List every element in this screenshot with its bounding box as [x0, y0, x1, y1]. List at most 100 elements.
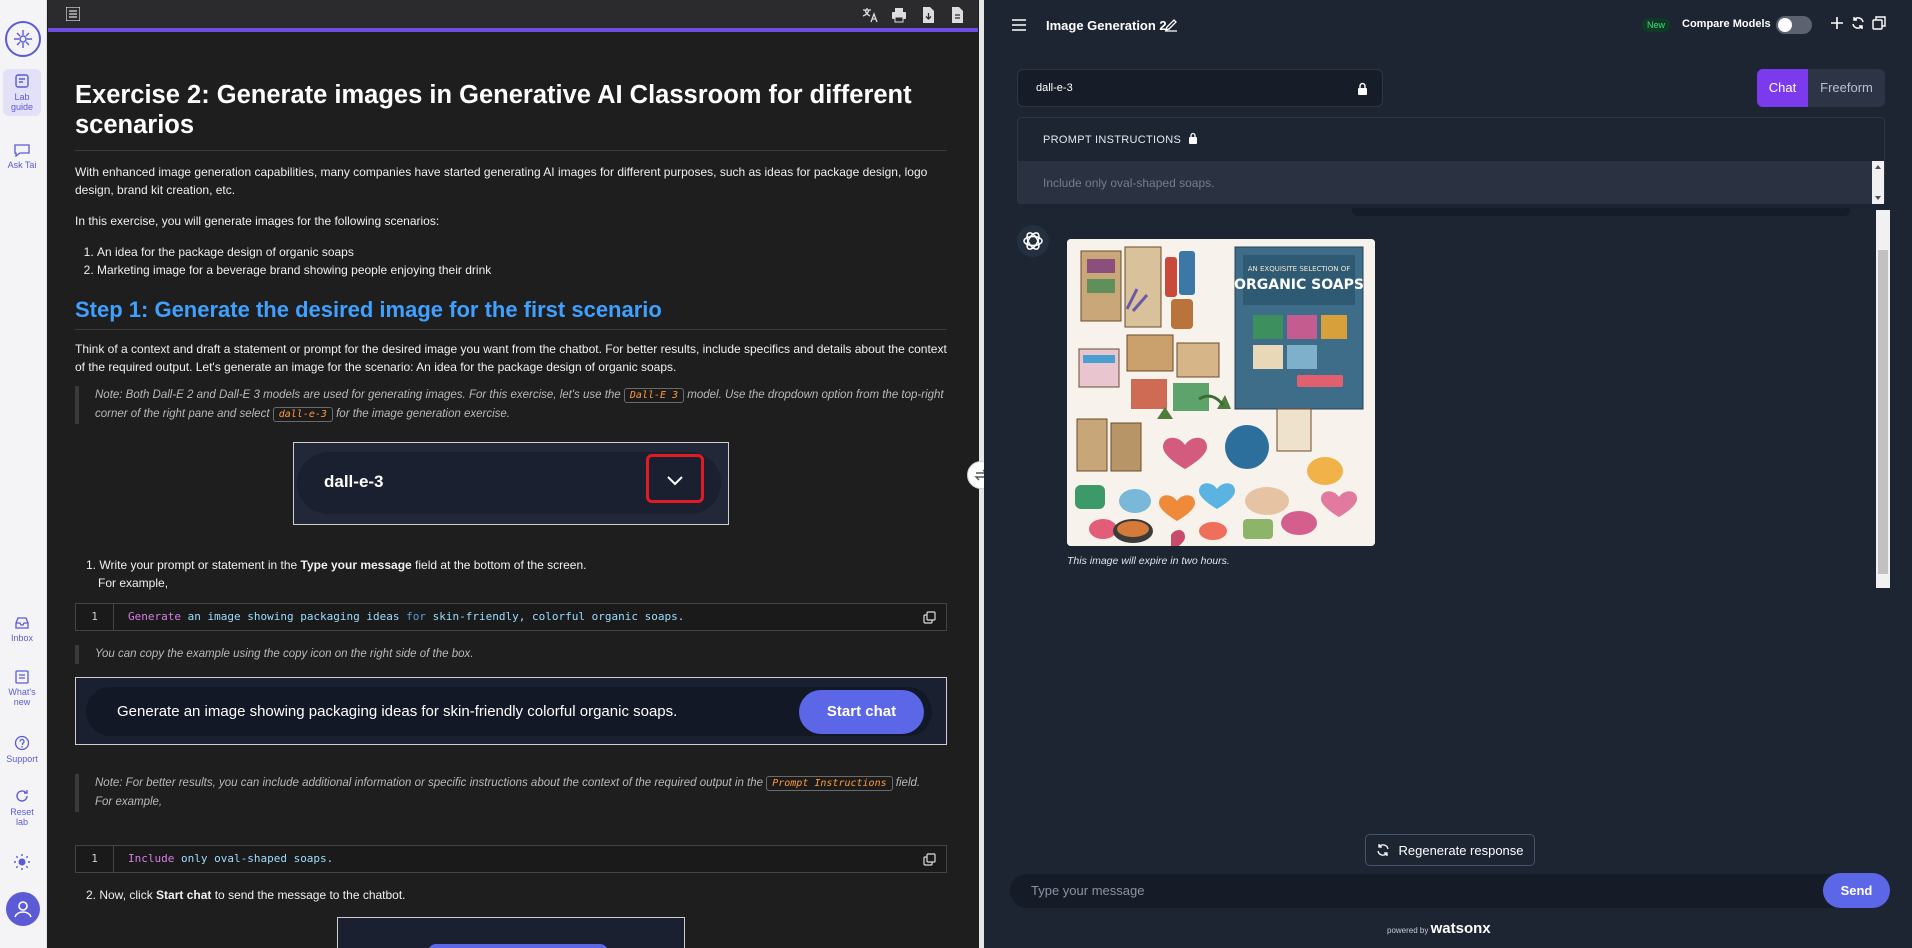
- document-icon[interactable]: [948, 6, 966, 24]
- hamburger-menu-icon[interactable]: [65, 6, 81, 26]
- note-prompt-instructions: Note: For better results, you can includ…: [75, 774, 947, 812]
- intro-text: With enhanced image generation capabilit…: [75, 165, 928, 197]
- regenerate-label: Regenerate response: [1398, 842, 1524, 858]
- guide-content: Exercise 2: Generate images in Generativ…: [75, 80, 947, 424]
- inline-code: dall-e-3: [272, 407, 333, 422]
- chat-header: Image Generation 2 New Compare Models: [984, 0, 1912, 50]
- user-avatar[interactable]: [6, 892, 40, 926]
- copy-icon[interactable]: [1871, 15, 1887, 31]
- instruction-text: field at the bottom of the screen.: [411, 558, 587, 572]
- conversation-scrollbar[interactable]: [1876, 210, 1890, 588]
- scenarios-intro: In this exercise, you will generate imag…: [75, 214, 440, 228]
- reset-icon: [16, 790, 28, 802]
- rail-label: Inbox: [10, 633, 34, 643]
- code-block-prompt: 1 Generate an image showing packaging id…: [75, 603, 947, 631]
- code-text: Generate an image showing packaging idea…: [128, 610, 685, 623]
- button-preview: [428, 944, 608, 948]
- powered-by: powered by watsonx: [1387, 920, 1491, 937]
- instruction-bold: Type your message: [300, 558, 412, 572]
- lock-icon: [1189, 132, 1198, 144]
- regenerate-button[interactable]: Regenerate response: [1365, 834, 1535, 866]
- chat-title: Image Generation 2: [1046, 18, 1167, 33]
- refresh-icon[interactable]: [1850, 15, 1866, 31]
- prompt-scrollbar[interactable]: [1872, 161, 1884, 204]
- instruction-text: Write your prompt or statement in the: [99, 558, 301, 572]
- generated-image[interactable]: AN EXQUISITE SELECTION OF ORGANIC SOAPS: [1067, 239, 1375, 546]
- rail-label: Support: [6, 754, 38, 764]
- send-button[interactable]: Send: [1823, 873, 1890, 908]
- rail-label: Reset lab: [10, 807, 34, 827]
- theme-toggle[interactable]: [3, 853, 41, 874]
- start-chat-button-image: Start chat: [799, 690, 924, 734]
- model-select-value: dall-e-3: [1036, 82, 1073, 94]
- toggle-knob: [1778, 18, 1792, 32]
- chevron-down-icon: [667, 476, 683, 486]
- tab-chat[interactable]: Chat: [1757, 69, 1808, 107]
- note-text: Note: Both Dall-E 2 and Dall-E 3 models …: [95, 389, 624, 401]
- code-block-instructions: 1 Include only oval-shaped soaps.: [75, 845, 947, 873]
- user-icon: [14, 901, 32, 918]
- example-message: Generate an image showing packaging idea…: [117, 703, 678, 720]
- rail-item-reset-lab[interactable]: Reset lab: [3, 788, 41, 827]
- rail-item-whats-new[interactable]: What's new: [3, 670, 41, 707]
- instruction-2: 2. Now, click Start chat to send the mes…: [86, 888, 406, 902]
- step1-heading: Step 1: Generate the desired image for t…: [75, 297, 947, 330]
- left-rail: Lab guide Ask Tai Inbox What's new Suppo…: [0, 0, 47, 948]
- translate-icon[interactable]: [861, 6, 879, 24]
- print-icon[interactable]: [890, 6, 908, 24]
- scenario-list: An idea for the package design of organi…: [75, 243, 947, 279]
- rail-item-support[interactable]: Support: [3, 735, 41, 764]
- lab-guide-pane: Exercise 2: Generate images in Generativ…: [48, 0, 978, 948]
- chat-bubble-icon: [14, 144, 30, 157]
- rail-item-ask-tai[interactable]: Ask Tai: [3, 143, 41, 170]
- tab-freeform[interactable]: Freeform: [1808, 69, 1885, 107]
- rail-label: What's new: [8, 687, 36, 707]
- list-item: An idea for the package design of organi…: [97, 243, 947, 261]
- rail-item-lab-guide[interactable]: Lab guide: [3, 69, 41, 116]
- page-title: Exercise 2: Generate images in Generativ…: [75, 80, 947, 151]
- scrollbar-thumb[interactable]: [1878, 250, 1888, 574]
- sun-icon: [14, 854, 30, 870]
- prompt-instructions-label: PROMPT INSTRUCTIONS: [1043, 132, 1198, 146]
- divider-tab: [1352, 208, 1850, 216]
- edit-icon[interactable]: [1164, 18, 1178, 32]
- progress-bar: [48, 28, 978, 32]
- rail-item-inbox[interactable]: Inbox: [3, 616, 41, 643]
- guide-toolbar: [48, 0, 978, 32]
- copy-icon[interactable]: [923, 853, 936, 866]
- prompt-instructions-panel: PROMPT INSTRUCTIONS Include only oval-sh…: [1017, 117, 1885, 204]
- screenshot-start-chat: Generate an image showing packaging idea…: [75, 677, 947, 745]
- instruction-1: 1. Write your prompt or statement in the…: [86, 558, 587, 590]
- bot-avatar-icon: [1017, 225, 1049, 257]
- help-icon: [14, 735, 30, 751]
- plus-icon[interactable]: [1829, 15, 1845, 31]
- rail-label: Lab guide: [10, 92, 34, 112]
- image-text: AN EXQUISITE SELECTION OF: [1248, 265, 1351, 273]
- news-icon: [15, 670, 29, 684]
- menu-icon[interactable]: [1011, 18, 1027, 32]
- note-text: for the image generation exercise.: [332, 408, 510, 420]
- compare-models-toggle[interactable]: [1776, 16, 1812, 34]
- copy-icon[interactable]: [923, 611, 936, 624]
- lab-guide-icon: [15, 74, 29, 88]
- lock-icon: [1358, 82, 1367, 95]
- for-example: For example,: [95, 796, 163, 808]
- screenshot-partial: [337, 917, 685, 948]
- list-item: Marketing image for a beverage brand sho…: [97, 261, 947, 279]
- regenerate-icon: [1377, 844, 1390, 856]
- code-text: Include only oval-shaped soaps.: [128, 852, 334, 865]
- image-text: ORGANIC SOAPS: [1234, 277, 1364, 293]
- app-logo-icon: [5, 21, 41, 57]
- watsonx-logo: watsonx: [1430, 920, 1491, 937]
- message-input[interactable]: Type your message: [1010, 874, 1846, 908]
- inline-code: Prompt Instructions: [766, 776, 893, 791]
- model-select[interactable]: dall-e-3: [1017, 69, 1383, 107]
- line-number: 1: [76, 846, 114, 872]
- inline-code: Dall-E 3: [623, 388, 685, 403]
- for-example: For example,: [98, 576, 169, 590]
- chat-pane: Image Generation 2 New Compare Models da…: [984, 0, 1912, 948]
- prompt-instructions-input[interactable]: Include only oval-shaped soaps.: [1018, 161, 1874, 204]
- inbox-icon: [15, 617, 29, 629]
- step1-text: Think of a context and draft a statement…: [75, 342, 947, 374]
- download-doc-icon[interactable]: [919, 6, 937, 24]
